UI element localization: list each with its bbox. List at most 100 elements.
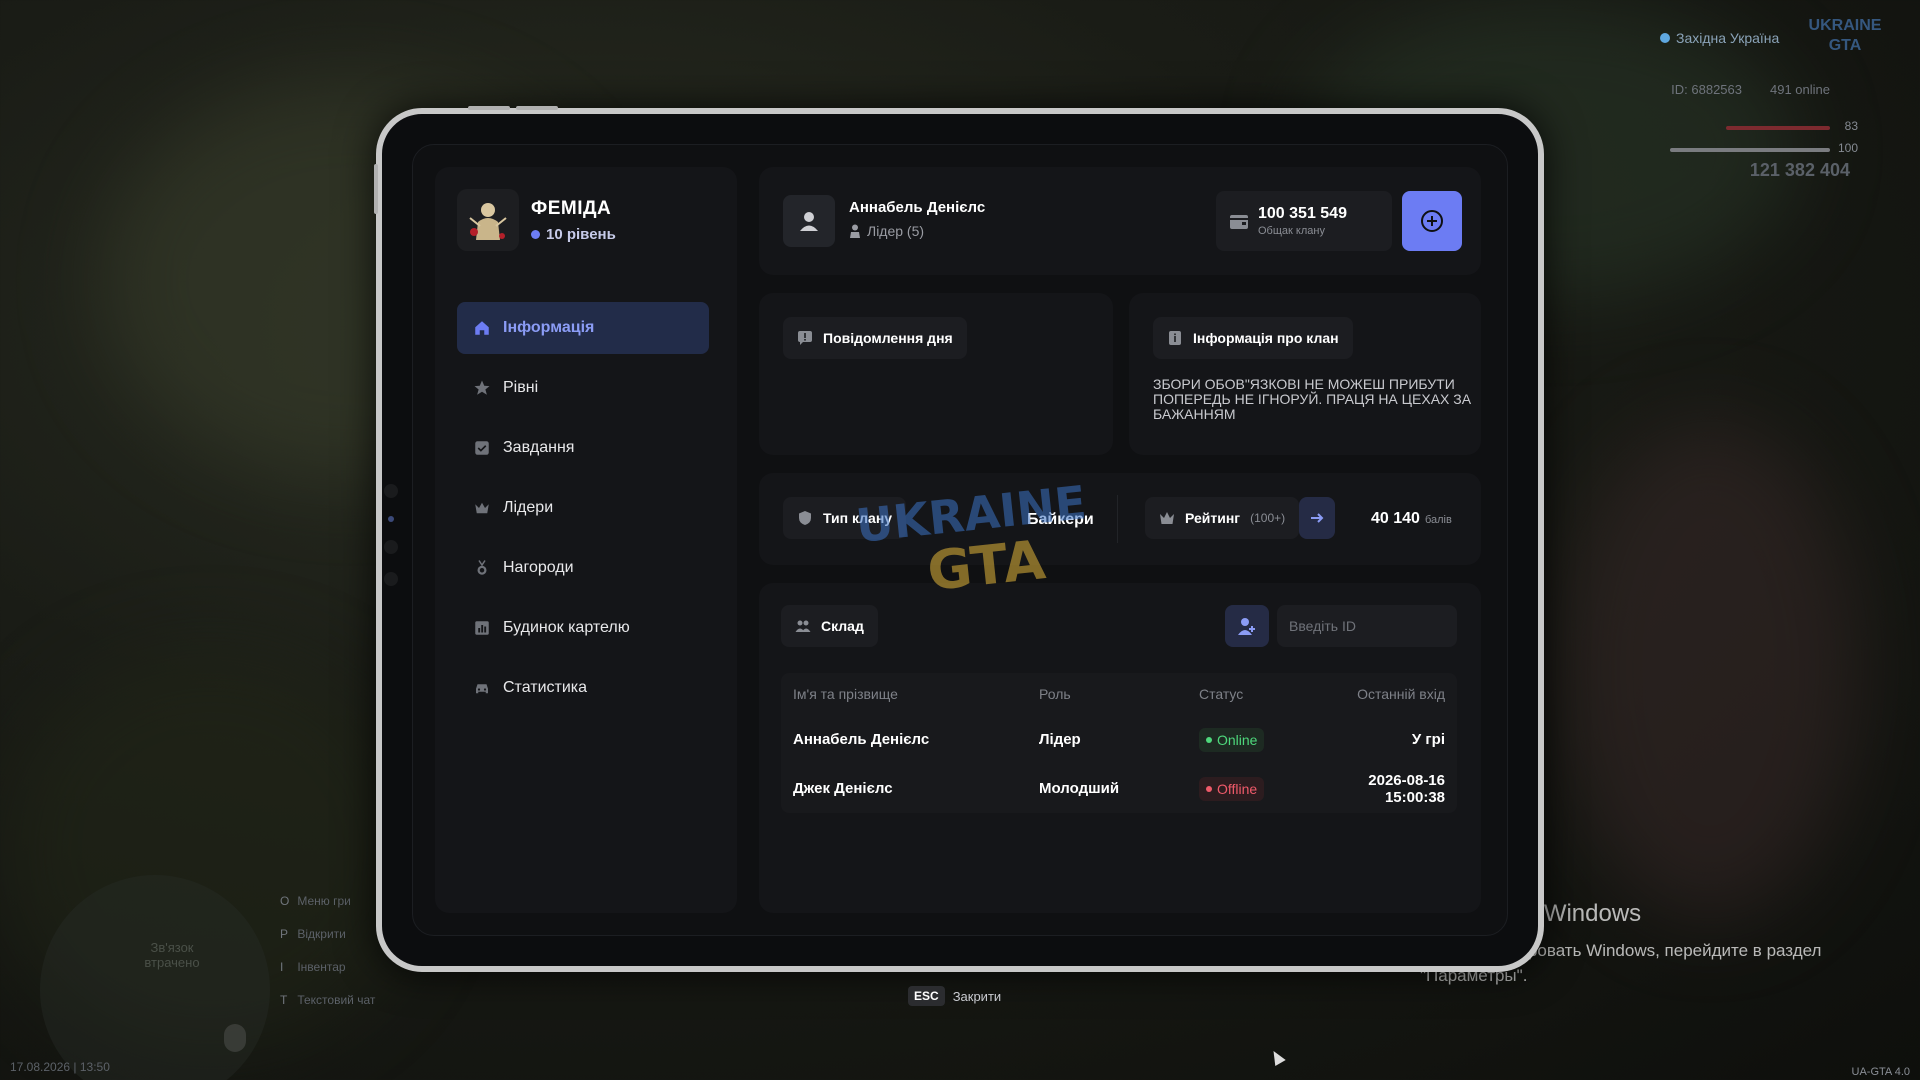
tablet-frame: ФЕМІДА 10 рівень Інформація Рівні Завдан… — [374, 106, 1544, 972]
plus-circle-icon — [1421, 210, 1443, 232]
roster-title: Склад — [781, 605, 878, 647]
clan-logo — [457, 189, 519, 251]
table-header: Ім'я та прізвище Роль Статус Останній вх… — [781, 673, 1457, 715]
clan-level: 10 рівень — [531, 226, 616, 243]
clan-header: ФЕМІДА 10 рівень — [457, 189, 616, 251]
sidebar-item-tasks[interactable]: Завдання — [457, 422, 709, 474]
sidebar-item-cartel-house[interactable]: Будинок картелю — [457, 602, 709, 654]
home-icon — [475, 321, 489, 335]
health-bar — [1726, 126, 1830, 130]
arrow-right-icon — [1311, 513, 1324, 523]
hud-menu-item: P Відкрити — [280, 927, 346, 941]
close-label: Закрити — [952, 988, 1002, 1004]
task-check-icon — [475, 441, 489, 455]
column-header: Ім'я та прізвище — [793, 686, 898, 702]
wallet-icon — [1230, 215, 1248, 229]
car-icon — [476, 684, 488, 694]
column-header: Останній вхід — [1357, 686, 1445, 702]
clan-info-title: Інформація про клан — [1153, 317, 1353, 359]
sidebar-item-label: Лідери — [503, 499, 554, 516]
close-hint[interactable]: ESC Закрити — [908, 986, 1001, 1006]
device-top-button — [468, 106, 510, 110]
sidebar-item-statistics[interactable]: Статистика — [457, 662, 709, 714]
member-last-login: 2026-08-16 15:00:38 — [1368, 771, 1445, 806]
table-row[interactable]: Джек Денієлс Молодший Offline 2026-08-16… — [781, 764, 1457, 813]
balance-label: Общак клану — [1258, 225, 1325, 237]
tablet-screen: ФЕМІДА 10 рівень Інформація Рівні Завдан… — [412, 144, 1508, 936]
member-name: Аннабель Денієлс — [793, 731, 930, 748]
hud-player-id: ID: 6882563 — [1671, 82, 1742, 97]
armor-value: 100 — [1837, 141, 1858, 155]
member-status: Online — [1199, 727, 1309, 752]
member-status: Offline — [1199, 776, 1309, 801]
sidebar-item-leaders[interactable]: Лідери — [457, 482, 709, 534]
device-camera — [384, 484, 398, 586]
star-icon — [474, 380, 490, 395]
add-funds-button[interactable] — [1402, 191, 1462, 251]
rating-open-button[interactable] — [1299, 497, 1335, 539]
invite-member-button[interactable] — [1225, 605, 1269, 647]
sidebar-item-label: Статистика — [503, 679, 588, 696]
info-doc-icon — [1169, 331, 1181, 345]
divider — [1117, 495, 1118, 543]
mouse-cursor-icon — [1268, 1047, 1286, 1067]
motd-panel: Повідомлення дня — [759, 293, 1113, 455]
user-panel: Аннабель Денієлс Лідер (5) 100 351 549 О… — [759, 167, 1481, 275]
user-avatar — [783, 195, 835, 247]
message-icon — [798, 331, 812, 345]
status-dot-icon — [1206, 736, 1212, 743]
balance-amount: 100 351 549 — [1258, 205, 1347, 222]
member-role: Молодший — [1039, 780, 1120, 797]
armor-bar — [1670, 148, 1830, 152]
microphone-icon — [224, 1024, 246, 1052]
sidebar-item-info[interactable]: Інформація — [457, 302, 709, 354]
member-role: Лідер — [1039, 731, 1081, 748]
motd-title: Повідомлення дня — [783, 317, 967, 359]
crown-icon — [475, 502, 489, 514]
roster-panel: Склад Ім'я та прізвище Роль Статус Остан… — [759, 583, 1481, 913]
clan-balance: 100 351 549 Общак клану — [1216, 191, 1392, 251]
device-side-button — [374, 164, 378, 214]
user-name: Аннабель Денієлс — [849, 199, 986, 216]
members-table: Ім'я та прізвище Роль Статус Останній вх… — [781, 673, 1457, 813]
member-id-input[interactable] — [1277, 605, 1457, 647]
column-header: Роль — [1039, 686, 1071, 702]
user-role: Лідер (5) — [849, 223, 924, 239]
sidebar-item-levels[interactable]: Рівні — [457, 362, 709, 414]
hud-id-online: ID: 6882563 491 online — [1671, 82, 1830, 97]
hud-money: 121 382 404 — [1749, 160, 1850, 180]
device-top-button — [516, 106, 558, 110]
hud-datetime: 17.08.2026 | 13:50 — [10, 1060, 110, 1074]
sidebar: ФЕМІДА 10 рівень Інформація Рівні Завдан… — [435, 167, 737, 913]
table-row[interactable]: Аннабель Денієлс Лідер Online У грі — [781, 715, 1457, 764]
health-value: 83 — [1844, 119, 1858, 133]
clan-info-text: ЗБОРИ ОБОВ"ЯЗКОВІ НЕ МОЖЕШ ПРИБУТИ ПОПЕР… — [1153, 376, 1472, 422]
sidebar-item-label: Нагороди — [503, 559, 574, 576]
hud-version: UA-GTA 4.0 — [1851, 1066, 1910, 1078]
medal-icon — [477, 560, 487, 575]
hud-online-count: 491 online — [1770, 82, 1830, 97]
clan-type-value: Байкери — [1027, 511, 1094, 528]
rating-label: Рейтинг (100+) — [1145, 497, 1300, 539]
crown-icon — [1160, 512, 1174, 524]
sidebar-item-label: Інформація — [503, 319, 595, 336]
hud-menu-item: O Меню гри — [280, 894, 351, 908]
clan-type-label: Тип клану — [783, 497, 907, 539]
map-status: Зв'язок втрачено — [144, 940, 200, 970]
user-icon — [800, 212, 818, 231]
sidebar-item-label: Завдання — [503, 439, 575, 456]
hud-menu: O Меню гри P Відкрити I Інвентар T Текст… — [280, 885, 375, 1017]
hud-menu-item: I Інвентар — [280, 960, 346, 974]
rating-score: 40 140 балів — [1371, 510, 1452, 527]
clan-type-rating-panel: Тип клану Байкери Рейтинг (100+) 40 140 … — [759, 473, 1481, 565]
status-badge: Offline — [1199, 776, 1265, 801]
clan-name: ФЕМІДА — [531, 197, 612, 219]
member-name: Джек Денієлс — [793, 780, 893, 797]
sidebar-item-rewards[interactable]: Нагороди — [457, 542, 709, 594]
column-header: Статус — [1199, 686, 1244, 702]
bar-chart-icon — [475, 621, 489, 635]
sidebar-item-label: Рівні — [503, 379, 539, 396]
esc-key: ESC — [908, 986, 945, 1006]
member-last-login: У грі — [1411, 731, 1445, 748]
status-badge: Online — [1199, 727, 1265, 752]
